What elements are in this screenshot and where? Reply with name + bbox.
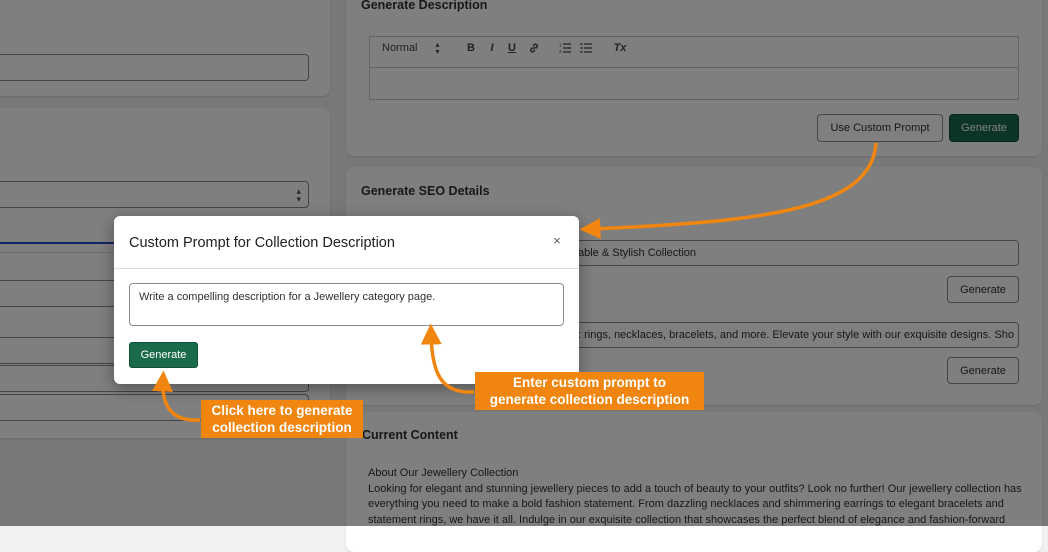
generate-callout: Click here to generate collection descri… (201, 400, 363, 438)
arrow-to-textarea (420, 323, 475, 394)
generate-callout-line2: collection description (212, 420, 352, 435)
annotation-arrows (152, 142, 878, 422)
prompt-callout-line2: generate collection description (489, 392, 690, 407)
prompt-callout: Enter custom prompt to generate collecti… (475, 372, 704, 410)
arrow-to-generate (152, 370, 201, 422)
prompt-callout-line1: Enter custom prompt to (512, 375, 666, 390)
generate-callout-line1: Click here to generate (211, 403, 353, 418)
arrow-to-modal (579, 142, 878, 240)
